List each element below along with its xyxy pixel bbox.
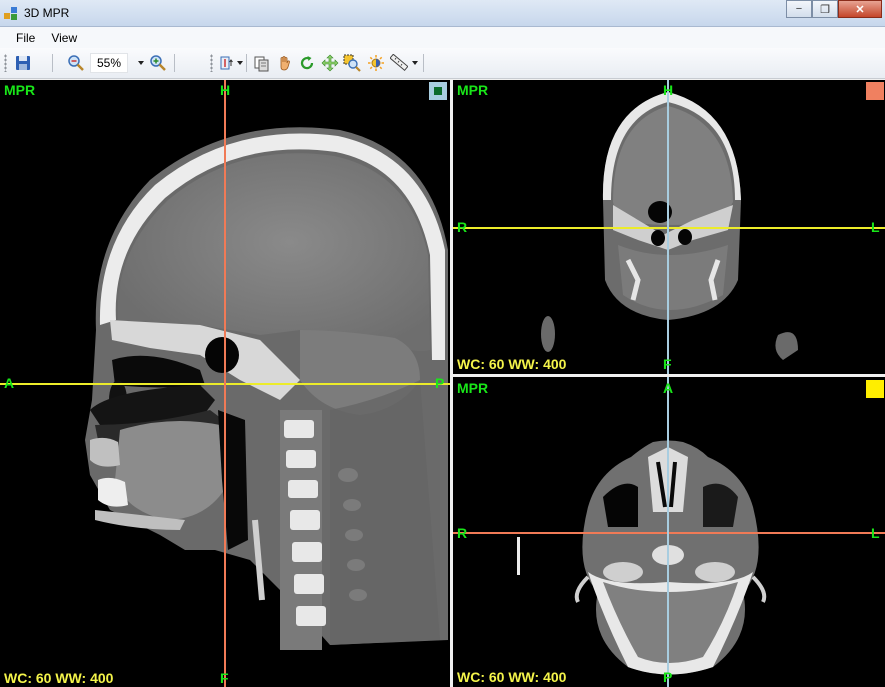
zoom-rect-button[interactable] [342,53,362,73]
zoom-rect-icon [343,54,361,72]
window-level-readout: WC: 60 WW: 400 [457,356,567,372]
copy-button[interactable] [252,53,272,73]
menu-view[interactable]: View [43,29,85,47]
window-level-readout: WC: 60 WW: 400 [4,670,114,686]
window-level-readout: WC: 60 WW: 400 [457,669,567,685]
toolbar-separator [423,54,424,72]
zoom-out-icon [68,55,84,71]
minimize-button[interactable]: − [786,0,812,18]
orientation-bottom: P [663,669,673,685]
window-level-icon [368,55,384,71]
viewport-title: MPR [4,82,36,98]
orientation-right: L [871,525,880,541]
orientation-top: H [663,82,674,98]
close-button[interactable]: ✕ [838,0,882,18]
menu-bar: File View [0,27,885,48]
viewport-title: MPR [457,380,489,396]
zoom-in-icon [150,55,166,71]
viewport-color-badge[interactable] [429,82,447,100]
measure-icon [390,54,408,72]
orientation-bottom: F [663,356,672,372]
pan-hand-icon [280,56,290,71]
orientation-bottom: F [220,670,229,686]
layout-icon [220,56,233,70]
pan-button[interactable] [275,53,295,73]
toolbar: 55% [0,48,885,79]
window-title: 3D MPR [24,6,70,20]
crosshair-horizontal[interactable] [453,227,885,229]
window-level-button[interactable] [366,53,386,73]
sagittal-viewport[interactable]: MPR H F A P WC: 60 WW: 400 [0,80,450,687]
zoom-level-input[interactable]: 55% [90,53,128,73]
rotate-button[interactable] [297,53,317,73]
layout-dropdown-icon[interactable] [237,61,243,65]
measure-button[interactable] [389,53,409,73]
toolbar-grip[interactable] [4,54,7,72]
axial-viewport[interactable]: MPR A P R L WC: 60 WW: 400 [453,377,885,687]
maximize-button[interactable]: ❐ [812,0,838,18]
title-bar: 3D MPR − ❐ ✕ [0,0,885,27]
measure-dropdown-icon[interactable] [412,61,418,65]
move-icon [321,54,339,72]
active-viewport-icon [434,87,442,95]
orientation-top: H [220,82,231,98]
viewport-title: MPR [457,82,489,98]
orientation-left: R [457,525,468,541]
orientation-top: A [663,380,674,396]
app-icon [4,7,17,20]
move-button[interactable] [320,53,340,73]
window-controls: − ❐ ✕ [786,0,882,18]
viewport-color-badge[interactable] [866,82,884,100]
coronal-viewport[interactable]: MPR H F R L WC: 60 WW: 400 [453,80,885,374]
zoom-out-button[interactable] [66,53,86,73]
crosshair-vertical[interactable] [667,80,669,374]
menu-file[interactable]: File [8,29,43,47]
copy-icon [254,56,269,72]
toolbar-separator [52,54,53,72]
orientation-right: P [435,375,445,391]
viewport-color-badge[interactable] [866,380,884,398]
minimize-icon: − [795,3,803,15]
crosshair-vertical[interactable] [224,80,226,687]
orientation-left: A [4,375,15,391]
close-icon: ✕ [855,3,865,16]
crosshair-vertical[interactable] [667,377,669,687]
toolbar-grip[interactable] [210,54,213,72]
toolbar-separator [174,54,175,72]
layout-button[interactable] [218,53,238,73]
toolbar-separator [246,54,247,72]
save-button[interactable] [13,53,33,73]
save-icon [16,56,30,70]
crosshair-horizontal[interactable] [453,532,885,534]
orientation-right: L [871,219,880,235]
orientation-left: R [457,219,468,235]
rotate-icon [300,56,314,70]
zoom-in-button[interactable] [148,53,168,73]
restore-icon: ❐ [820,3,830,16]
zoom-dropdown-icon[interactable] [138,61,144,65]
